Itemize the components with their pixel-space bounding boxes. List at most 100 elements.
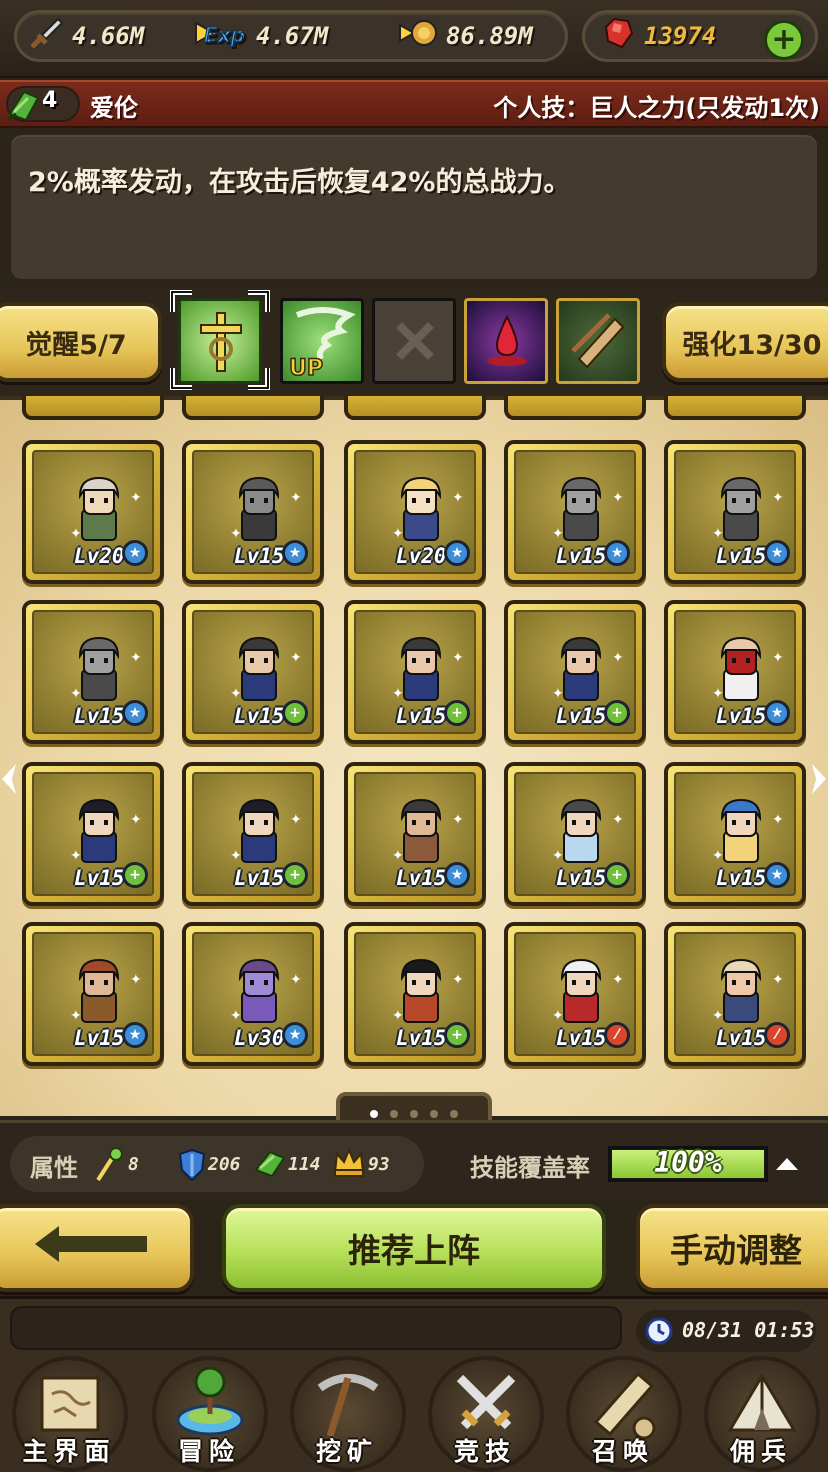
shield-icon [178,1148,206,1186]
plus-badge-icon: + [604,862,630,888]
star-badge-icon: ★ [764,862,790,888]
star-badge-icon: ★ [122,540,148,566]
sparkle-icon: ✦ [70,686,82,702]
skill-slot-tornado-up[interactable]: UP [280,298,364,384]
add-gems-button[interactable]: + [764,20,804,60]
scroll-bundle-icon [569,311,629,375]
page-dot[interactable] [450,1110,458,1118]
hero-level-label: Lv15 [556,544,607,568]
hero-card[interactable]: ✦ ✦ Lv15 ⁄ [664,922,806,1066]
plus-badge-icon: + [282,700,308,726]
awaken-button[interactable]: 觉醒5/7 [0,302,162,382]
back-button[interactable] [0,1204,194,1292]
skill-slot-blood-drop[interactable] [464,298,548,384]
hero-card[interactable]: ✦ ✦ Lv15 + [344,922,486,1066]
gem-value: 13974 [644,22,717,50]
hero-level-label: Lv15 [396,704,447,728]
hero-card[interactable]: ✦ ✦ Lv20 ★ [344,440,486,584]
sparkle-icon: ✦ [712,686,724,702]
plus-badge-icon: + [444,700,470,726]
sparkle-icon: ✦ [392,1008,404,1024]
stat-shield: 206 [208,1154,241,1175]
hero-card[interactable]: ✦ ✦ Lv15 ★ [182,440,324,584]
nav-item[interactable]: 召唤 [554,1350,692,1472]
hero-card-inner: ✦ ✦ Lv15 ★ [354,772,476,896]
sparkle-icon: ✦ [452,972,464,988]
hero-card[interactable]: ✦ ✦ Lv15 ⁄ [504,922,646,1066]
sparkle-icon: ✦ [392,848,404,864]
sparkle-icon: ✦ [772,972,784,988]
plus-badge-icon: + [122,862,148,888]
hero-card-inner: ✦ ✦ Lv15 + [514,610,636,734]
page-dot[interactable] [430,1110,438,1118]
enhance-button[interactable]: 强化13/30 [662,302,828,382]
sparkle-icon: ✦ [290,490,302,506]
nav-item-label: 召唤 [591,1437,654,1466]
hero-card[interactable]: ✦ ✦ Lv15 + [22,762,164,906]
plus-badge-icon: + [282,862,308,888]
nav-item[interactable]: 挖矿 [278,1350,416,1472]
nav-item[interactable]: 冒险 [140,1350,278,1472]
gem-resource: 13974 [600,14,716,58]
hero-card[interactable]: ✦ ✦ Lv20 ★ [22,440,164,584]
clock-time: 08/31 01:53 [682,1318,815,1342]
hero-card-inner: ✦ ✦ Lv15 + [354,932,476,1056]
hero-card-partial [664,396,806,420]
hero-level-label: Lv15 [556,866,607,890]
hero-card[interactable]: ✦ ✦ Lv15 ★ [664,600,806,744]
sparkle-icon: ✦ [712,848,724,864]
manual-adjust-button[interactable]: 手动调整 [636,1204,828,1292]
nav-item[interactable]: 主界面 [0,1350,138,1472]
page-dot[interactable] [370,1110,378,1118]
hero-card[interactable]: ✦ ✦ Lv15 ★ [344,762,486,906]
star-badge-icon: ★ [282,540,308,566]
sparkle-icon: ✦ [612,650,624,666]
hero-card[interactable]: ✦ ✦ Lv15 ★ [22,600,164,744]
locked-x-icon [393,319,437,367]
hero-name: 爱伦 [90,94,138,122]
hero-card[interactable]: ✦ ✦ Lv15 ★ [504,440,646,584]
hero-card[interactable]: ✦ ✦ Lv15 + [504,762,646,906]
hero-card[interactable]: ✦ ✦ Lv15 ★ [664,440,806,584]
stat-sword: 8 [128,1154,139,1175]
selection-frame [169,289,271,391]
hero-card[interactable]: ✦ ✦ Lv15 + [182,600,324,744]
hero-level-label: Lv15 [716,704,767,728]
hero-level-label: Lv15 [234,704,285,728]
hero-card[interactable]: ✦ ✦ Lv15 + [182,762,324,906]
nav-item-label: 竞技 [453,1437,516,1466]
recommend-lineup-button[interactable]: 推荐上阵 [222,1204,606,1292]
sparkle-icon: ✦ [290,812,302,828]
hero-level-label: Lv15 [74,704,125,728]
nav-item-label: 挖矿 [315,1437,378,1466]
hero-card[interactable]: ✦ ✦ Lv15 + [504,600,646,744]
skill-slot-empty[interactable] [372,298,456,384]
skill-slot-scroll[interactable] [556,298,640,384]
svg-text:UP: UP [289,356,323,379]
sparkle-icon: ✦ [130,490,142,506]
hero-card[interactable]: ✦ ✦ Lv30 ★ [182,922,324,1066]
hero-card[interactable]: ✦ ✦ Lv15 ★ [22,922,164,1066]
hero-card-inner: ✦ ✦ Lv15 ★ [514,450,636,574]
nav-item[interactable]: 竞技 [416,1350,554,1472]
blood-drop-icon [481,313,533,373]
hero-level-label: Lv20 [396,544,447,568]
hero-card-inner: ✦ ✦ Lv20 ★ [32,450,154,574]
expand-stats-toggle[interactable] [776,1158,798,1170]
star-badge-icon: ★ [444,540,470,566]
hero-card-inner: ✦ ✦ Lv15 + [192,610,314,734]
hero-level-label: Lv15 [716,866,767,890]
hero-card[interactable]: ✦ ✦ Lv15 ★ [664,762,806,906]
sparkle-icon: ✦ [230,1008,242,1024]
page-dot[interactable] [410,1110,418,1118]
sparkle-icon: ✦ [712,1008,724,1024]
hero-level-label: Lv15 [716,1026,767,1050]
sparkle-icon: ✦ [230,526,242,542]
hero-card-partial [182,396,324,420]
hero-card-inner: ✦ ✦ Lv15 + [192,772,314,896]
hero-level-label: Lv15 [234,544,285,568]
nav-item[interactable]: 佣兵 [692,1350,828,1472]
hero-card[interactable]: ✦ ✦ Lv15 + [344,600,486,744]
hero-card-inner: ✦ ✦ Lv15 ★ [674,610,796,734]
page-dot[interactable] [390,1110,398,1118]
